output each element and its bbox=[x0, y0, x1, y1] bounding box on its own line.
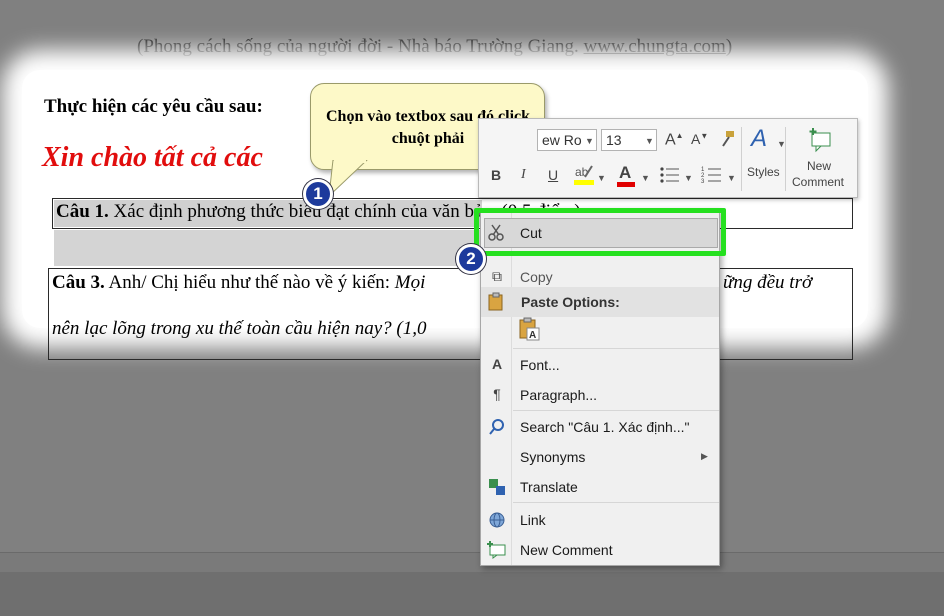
toolbar-separator bbox=[741, 127, 742, 191]
question-3-label: Câu 3. bbox=[52, 272, 105, 293]
shrink-font-glyph: A bbox=[691, 131, 701, 147]
font-label: Font... bbox=[520, 357, 560, 373]
styles-label[interactable]: Styles bbox=[747, 165, 780, 179]
requirement-heading: Thực hiện các yêu cầu sau: bbox=[44, 96, 263, 117]
menu-item-search[interactable]: Search "Câu 1. Xác định..." bbox=[481, 413, 719, 441]
new-comment-label-2[interactable]: Comment bbox=[792, 175, 844, 189]
font-size-value: 13 bbox=[606, 132, 622, 148]
svg-text:ab: ab bbox=[575, 165, 589, 179]
search-icon bbox=[487, 418, 507, 436]
menu-item-font[interactable]: A Font... bbox=[481, 351, 719, 379]
highlight-dropdown-icon[interactable]: ▼ bbox=[597, 173, 606, 183]
context-menu: ⧉ Copy Paste Options: A A Font... ¶ Para… bbox=[480, 208, 720, 566]
question-3-quote-start: Mọi bbox=[394, 272, 426, 293]
red-heading: Xin chào tất cả các bbox=[42, 142, 263, 173]
svg-text:3: 3 bbox=[701, 179, 705, 185]
source-quote: (Phong cách sống của người đời - Nhà báo… bbox=[137, 36, 732, 58]
menu-item-synonyms[interactable]: Synonyms ▶ bbox=[481, 443, 719, 471]
bullets-icon[interactable] bbox=[659, 165, 681, 185]
question-3-quote-end: ững đều trở bbox=[723, 272, 813, 293]
font-color-swatch bbox=[617, 182, 635, 187]
paragraph-label: Paragraph... bbox=[520, 387, 598, 403]
font-color-dropdown-icon[interactable]: ▼ bbox=[641, 173, 650, 183]
italic-button[interactable]: I bbox=[521, 167, 526, 183]
font-name-value: ew Ro bbox=[542, 132, 582, 148]
question-3-line-2: nên lạc lõng trong xu thế toàn cầu hiện … bbox=[52, 318, 427, 339]
link-label: Link bbox=[520, 512, 546, 528]
quote-end: ) bbox=[725, 36, 733, 57]
numbering-dropdown-icon[interactable]: ▼ bbox=[727, 173, 736, 183]
question-1-label: Câu 1. bbox=[56, 201, 109, 222]
submenu-arrow-icon: ▶ bbox=[701, 451, 708, 461]
menu-separator bbox=[513, 348, 719, 349]
bold-button[interactable]: B bbox=[491, 167, 501, 183]
quote-text: (Phong cách sống của người đời - Nhà báo… bbox=[137, 36, 584, 57]
new-comment-label-1[interactable]: New bbox=[807, 159, 831, 173]
link-globe-icon bbox=[487, 511, 507, 529]
search-label: Search "Câu 1. Xác định..." bbox=[520, 419, 690, 435]
question-3-line-1: Câu 3. Anh/ Chị hiểu như thế nào về ý ki… bbox=[52, 272, 425, 294]
menu-separator-3 bbox=[513, 502, 719, 503]
grow-font-glyph: A bbox=[665, 131, 676, 149]
clipboard-icon bbox=[487, 292, 505, 317]
cut-highlight-box bbox=[474, 208, 726, 256]
menu-item-new-comment[interactable]: New Comment bbox=[481, 536, 719, 564]
question-3-body: Anh/ Chị hiểu như thế nào về ý kiến: bbox=[104, 272, 395, 293]
menu-separator-2 bbox=[513, 410, 719, 411]
new-comment-label: New Comment bbox=[520, 542, 613, 558]
font-color-button[interactable]: A bbox=[619, 163, 631, 183]
paste-keep-text-only-icon[interactable]: A bbox=[517, 316, 543, 347]
callout-tail bbox=[328, 160, 368, 198]
quote-link[interactable]: www.chungta.com bbox=[584, 36, 726, 57]
mini-toolbar: ew Ro ▼ 13 ▼ A▲ A▼ B I U ab ▼ A ▼ ▼ 1 2 … bbox=[478, 118, 858, 198]
step-2-badge: 2 bbox=[456, 244, 486, 274]
paste-options-label: Paste Options: bbox=[521, 294, 620, 310]
translate-label: Translate bbox=[520, 479, 578, 495]
shrink-font-icon[interactable]: A▼ bbox=[691, 131, 708, 147]
new-comment-icon[interactable] bbox=[809, 127, 835, 153]
svg-text:A: A bbox=[529, 330, 536, 341]
copy-label: Copy bbox=[520, 269, 553, 285]
font-size-dropdown-icon[interactable]: ▼ bbox=[645, 136, 654, 146]
comment-icon bbox=[487, 541, 507, 559]
copy-icon: ⧉ bbox=[492, 268, 502, 284]
step-1-badge: 1 bbox=[303, 179, 333, 209]
numbering-icon[interactable]: 1 2 3 bbox=[701, 165, 723, 185]
bullets-dropdown-icon[interactable]: ▼ bbox=[684, 173, 693, 183]
status-bar bbox=[0, 572, 944, 616]
toolbar-separator-2 bbox=[785, 127, 786, 191]
font-icon: A bbox=[491, 356, 503, 372]
menu-item-link[interactable]: Link bbox=[481, 506, 719, 534]
synonyms-label: Synonyms bbox=[520, 449, 586, 465]
font-name-dropdown-icon[interactable]: ▼ bbox=[585, 136, 594, 146]
menu-item-paragraph[interactable]: ¶ Paragraph... bbox=[481, 381, 719, 409]
format-painter-icon[interactable] bbox=[717, 129, 737, 149]
styles-icon[interactable]: A bbox=[751, 125, 767, 153]
highlight-icon[interactable]: ab bbox=[573, 163, 595, 187]
underline-button[interactable]: U bbox=[548, 167, 558, 183]
paste-options-header: Paste Options: bbox=[481, 287, 719, 317]
menu-item-translate[interactable]: Translate bbox=[481, 473, 719, 501]
grow-font-icon[interactable]: A▲ bbox=[665, 131, 684, 149]
paragraph-icon: ¶ bbox=[493, 386, 501, 402]
translate-icon bbox=[487, 478, 507, 496]
